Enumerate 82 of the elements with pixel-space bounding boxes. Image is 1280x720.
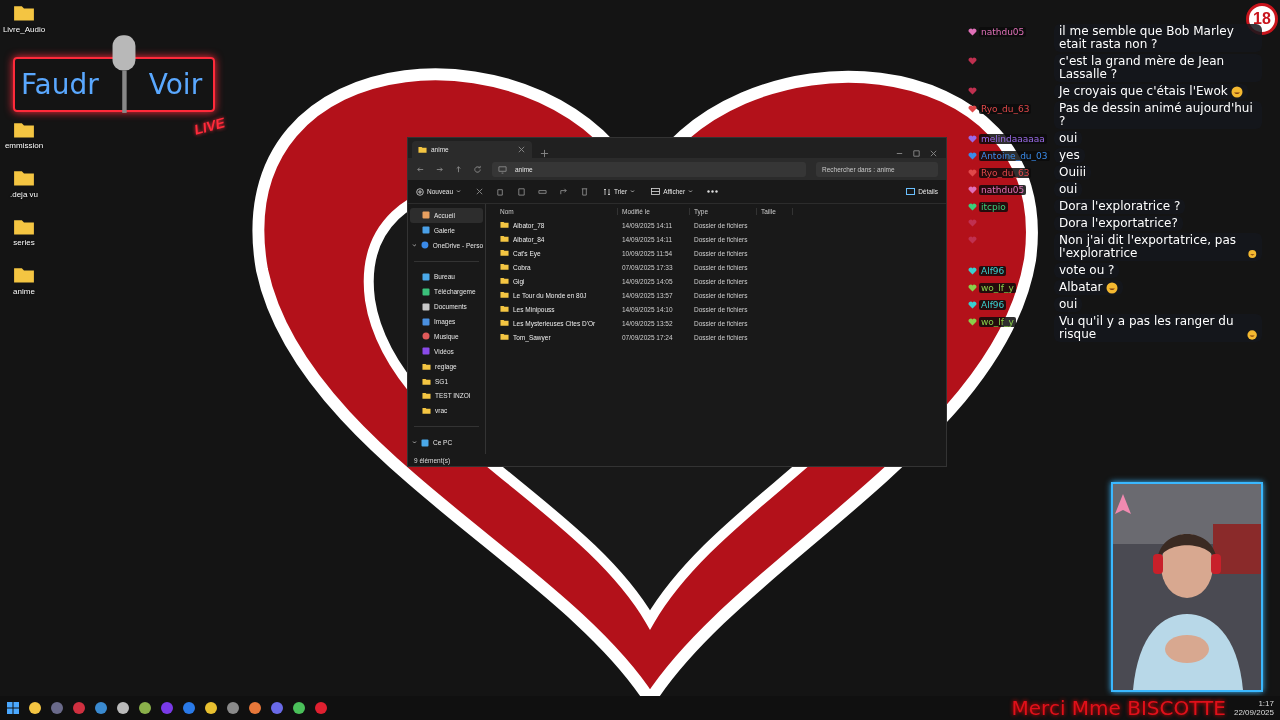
- chat-message: c'est la grand mère de Jean Lassalle ?: [1054, 54, 1262, 82]
- desktop-icon-label: series: [13, 238, 35, 248]
- view-icon: [651, 188, 661, 195]
- emoji-icon: [1248, 248, 1257, 260]
- chat-message: vote ou ?: [1054, 263, 1120, 278]
- chat-username: nathdu05: [979, 185, 1027, 195]
- chat-username: wo_lf_y: [979, 317, 1016, 327]
- panel-icon: [906, 188, 916, 195]
- chat-message: Dora l'exportatrice?: [1054, 216, 1183, 231]
- caret-icon: [630, 189, 636, 194]
- chat-message: oui: [1054, 182, 1083, 197]
- live-label: LIVE: [192, 114, 227, 138]
- clock[interactable]: 1:17 22/09/2025: [1233, 699, 1274, 717]
- close-icon[interactable]: [517, 145, 526, 154]
- app-icon[interactable]: [6, 701, 20, 715]
- chat-message: Je croyais que c'étais l'Ewok: [1054, 84, 1248, 99]
- chat-username: Ryo_du_63: [979, 104, 1032, 114]
- desktop-icon-label: emmission: [4, 141, 44, 151]
- chat-message: oui: [1054, 131, 1083, 146]
- desktop-icon[interactable]: .deja vu: [2, 169, 46, 199]
- chat-username: wo_lf_y: [979, 283, 1016, 293]
- chat-badge-icon: [968, 28, 977, 36]
- chat-message: Ouiii: [1054, 165, 1092, 180]
- chat-username: Alf96: [979, 300, 1007, 310]
- logo-text: Voir: [148, 68, 203, 101]
- chat-message: Non j'ai dit l'exportatrice, pas l'exploratrice: [1054, 233, 1262, 261]
- up-icon[interactable]: [454, 164, 463, 174]
- folder-icon: [13, 169, 35, 187]
- emoji-icon: [1246, 329, 1257, 341]
- cut-icon[interactable]: [475, 187, 485, 196]
- emoji-icon: [1105, 282, 1118, 294]
- maximize-icon[interactable]: [912, 149, 921, 158]
- chat-message: oui: [1054, 297, 1083, 312]
- app-icon[interactable]: [204, 701, 218, 715]
- chat-badge-icon: [968, 105, 977, 113]
- chat-badge-icon: [968, 87, 977, 95]
- chat-badge-icon: [968, 57, 977, 65]
- app-icon[interactable]: [248, 701, 262, 715]
- desktop-icon-label: .deja vu: [10, 189, 38, 199]
- monitor-icon[interactable]: [498, 164, 507, 174]
- folder-icon: [418, 145, 427, 154]
- chat-message: Vu qu'il y a pas les ranger du risque: [1054, 314, 1262, 342]
- chat-message: yes: [1054, 148, 1085, 163]
- emoji-icon: [1230, 86, 1243, 98]
- chat-username: melindaaaaaa: [979, 134, 1047, 144]
- plus-icon: [416, 187, 424, 196]
- app-icon[interactable]: [94, 701, 108, 715]
- chat-message: Dora l'exploratrice ?: [1054, 199, 1186, 214]
- folder-icon: [13, 120, 35, 139]
- chat-message: Pas de dessin animé aujourd'hui ?: [1054, 101, 1262, 129]
- app-icon[interactable]: [138, 701, 152, 715]
- chat-message: Albatar: [1054, 280, 1123, 295]
- folder-icon: [13, 4, 35, 22]
- desktop-icon-label: Livre_Audio: [2, 24, 46, 34]
- folder-icon: [13, 266, 35, 284]
- chat-username: Ryo_du_63: [979, 168, 1032, 178]
- caret-icon: [688, 189, 694, 194]
- close-icon[interactable]: [929, 149, 938, 158]
- expand-icon: [412, 242, 417, 248]
- refresh-icon[interactable]: [473, 164, 482, 174]
- chat-username: nathdu05: [979, 27, 1027, 37]
- share-icon[interactable]: [559, 187, 569, 196]
- chat-username: itcpio: [979, 202, 1008, 212]
- more-icon[interactable]: [707, 190, 719, 193]
- expand-icon: [412, 440, 417, 446]
- new-tab-icon[interactable]: [540, 149, 549, 158]
- desktop-icon[interactable]: anime: [2, 266, 46, 296]
- chat-username: Antoine_du_03: [979, 151, 1050, 161]
- chat-message: il me semble que Bob Marley etait rasta non ?: [1054, 24, 1262, 52]
- app-icon[interactable]: [292, 701, 306, 715]
- desktop-icon[interactable]: Livre_Audio: [2, 4, 46, 34]
- desktop-icon[interactable]: emmission: [2, 120, 46, 151]
- desktop-icon-label: anime: [13, 286, 35, 296]
- ticker-text: Merci Mme BISCOTTE: [1011, 696, 1226, 720]
- app-icon[interactable]: [28, 701, 42, 715]
- logo-text: Faudr: [21, 68, 99, 101]
- app-icon[interactable]: [116, 701, 130, 715]
- chat-username: Alf96: [979, 266, 1007, 276]
- folder-icon: [13, 217, 35, 236]
- desktop-icon[interactable]: series: [2, 217, 46, 248]
- app-icon[interactable]: [226, 701, 240, 715]
- caret-icon: [456, 189, 462, 194]
